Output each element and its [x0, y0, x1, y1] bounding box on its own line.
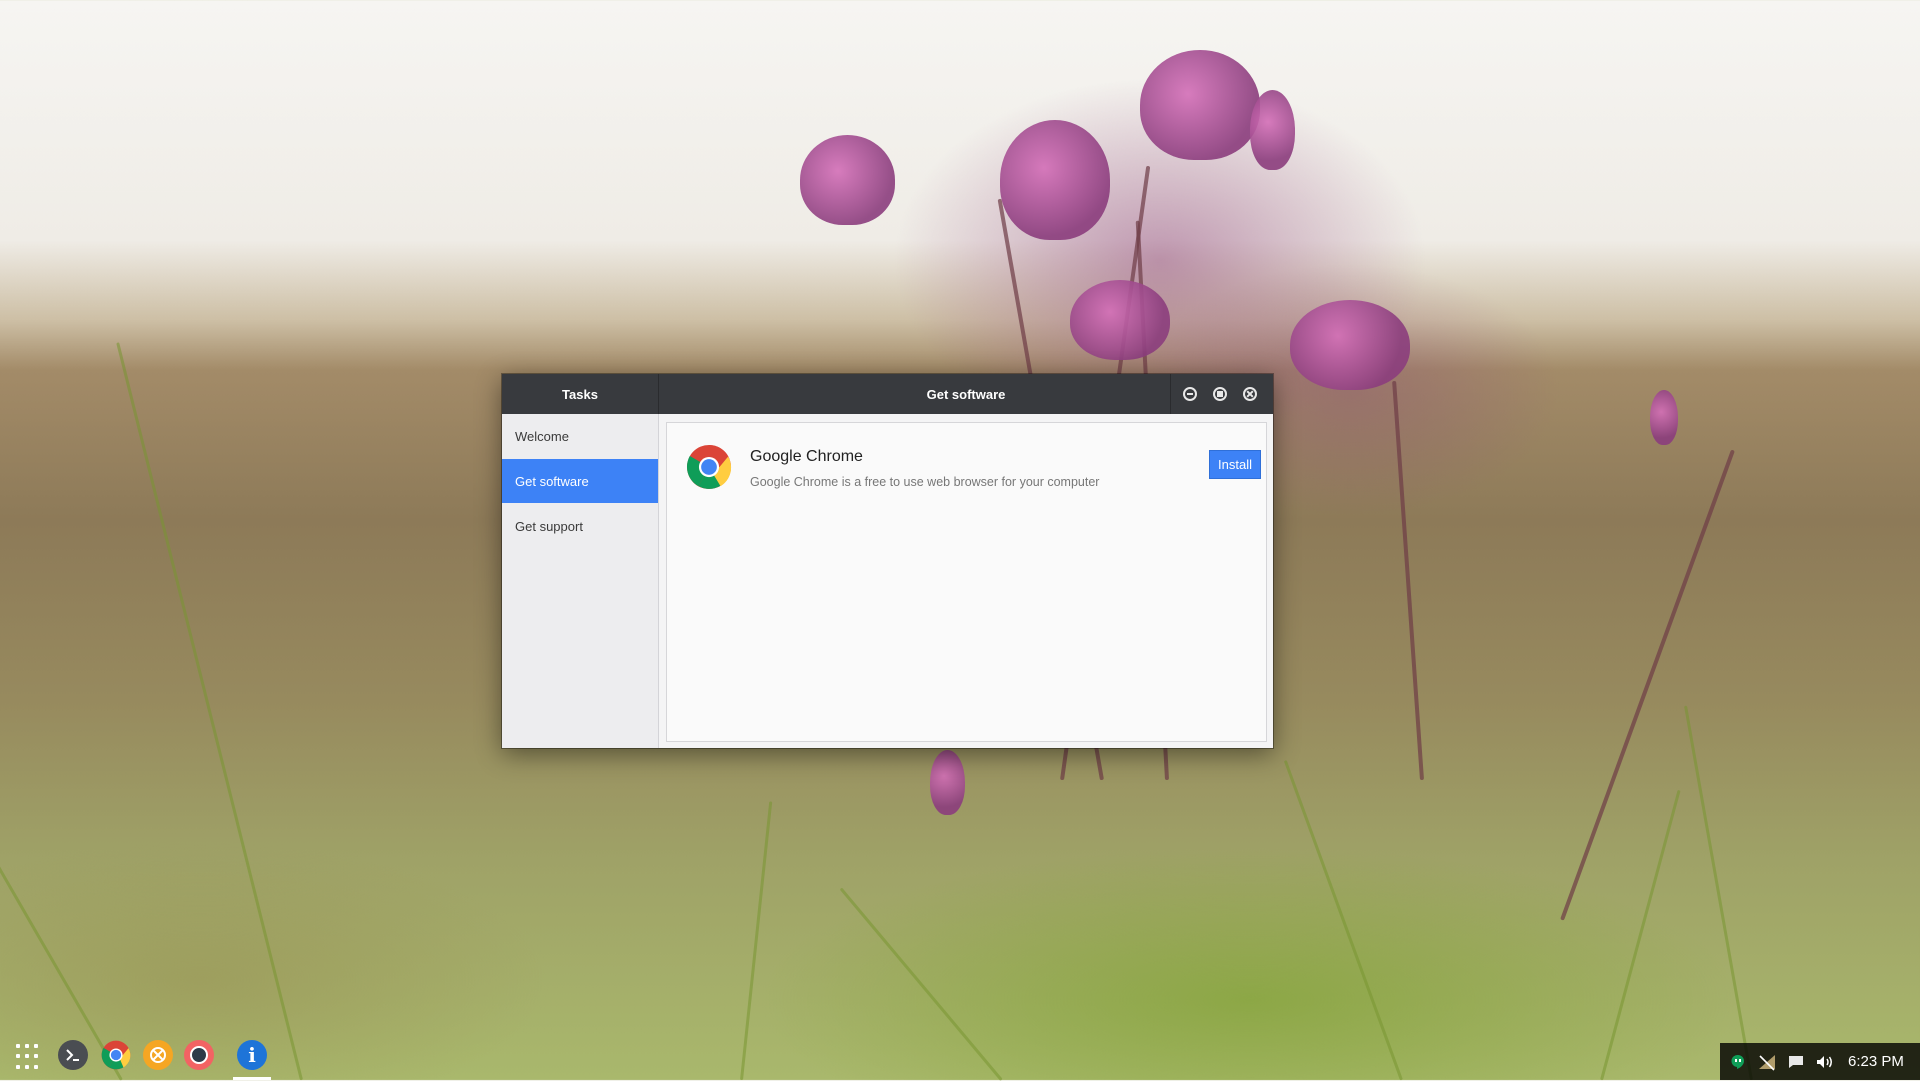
chrome-icon[interactable]	[101, 1040, 131, 1070]
window-controls	[1170, 374, 1273, 414]
clock[interactable]: 6:23 PM	[1848, 1053, 1904, 1070]
sidebar-item-label: Get software	[515, 473, 589, 489]
app-description: Google Chrome is a free to use web brows…	[750, 475, 1100, 489]
hangouts-icon[interactable]	[1727, 1051, 1749, 1073]
close-icon[interactable]	[1243, 387, 1257, 401]
volume-icon[interactable]	[1814, 1051, 1836, 1073]
sidebar-item-get-support[interactable]: Get support	[502, 504, 658, 548]
sidebar-item-label: Welcome	[515, 428, 569, 444]
chrome-icon	[686, 444, 732, 490]
system-tray[interactable]: 6:23 PM	[1720, 1043, 1920, 1080]
sidebar-item-get-software[interactable]: Get software	[502, 459, 658, 503]
notifications-icon[interactable]	[1785, 1051, 1807, 1073]
install-button[interactable]: Install	[1209, 450, 1261, 479]
app-name: Google Chrome	[750, 448, 863, 465]
task-sidebar: Welcome Get software Get support	[502, 414, 659, 748]
maximize-icon[interactable]	[1213, 387, 1227, 401]
yellow-app-icon[interactable]	[143, 1040, 173, 1070]
sidebar-item-label: Get support	[515, 518, 583, 534]
app-launcher-grid-icon[interactable]	[16, 1044, 42, 1070]
minimize-icon[interactable]	[1183, 387, 1197, 401]
list-item: Google Chrome Google Chrome is a free to…	[667, 423, 1266, 503]
title-bar[interactable]: Tasks Get software	[502, 374, 1273, 414]
software-list: Google Chrome Google Chrome is a free to…	[666, 422, 1267, 742]
sidebar-title: Tasks	[502, 374, 659, 414]
sidebar-item-welcome[interactable]: Welcome	[502, 414, 658, 458]
terminal-icon[interactable]	[58, 1040, 88, 1070]
network-icon[interactable]	[1756, 1051, 1778, 1073]
red-app-icon[interactable]	[184, 1040, 214, 1070]
welcome-window: Tasks Get software Welcome Get software …	[502, 374, 1273, 748]
info-icon[interactable]: i	[237, 1040, 267, 1070]
